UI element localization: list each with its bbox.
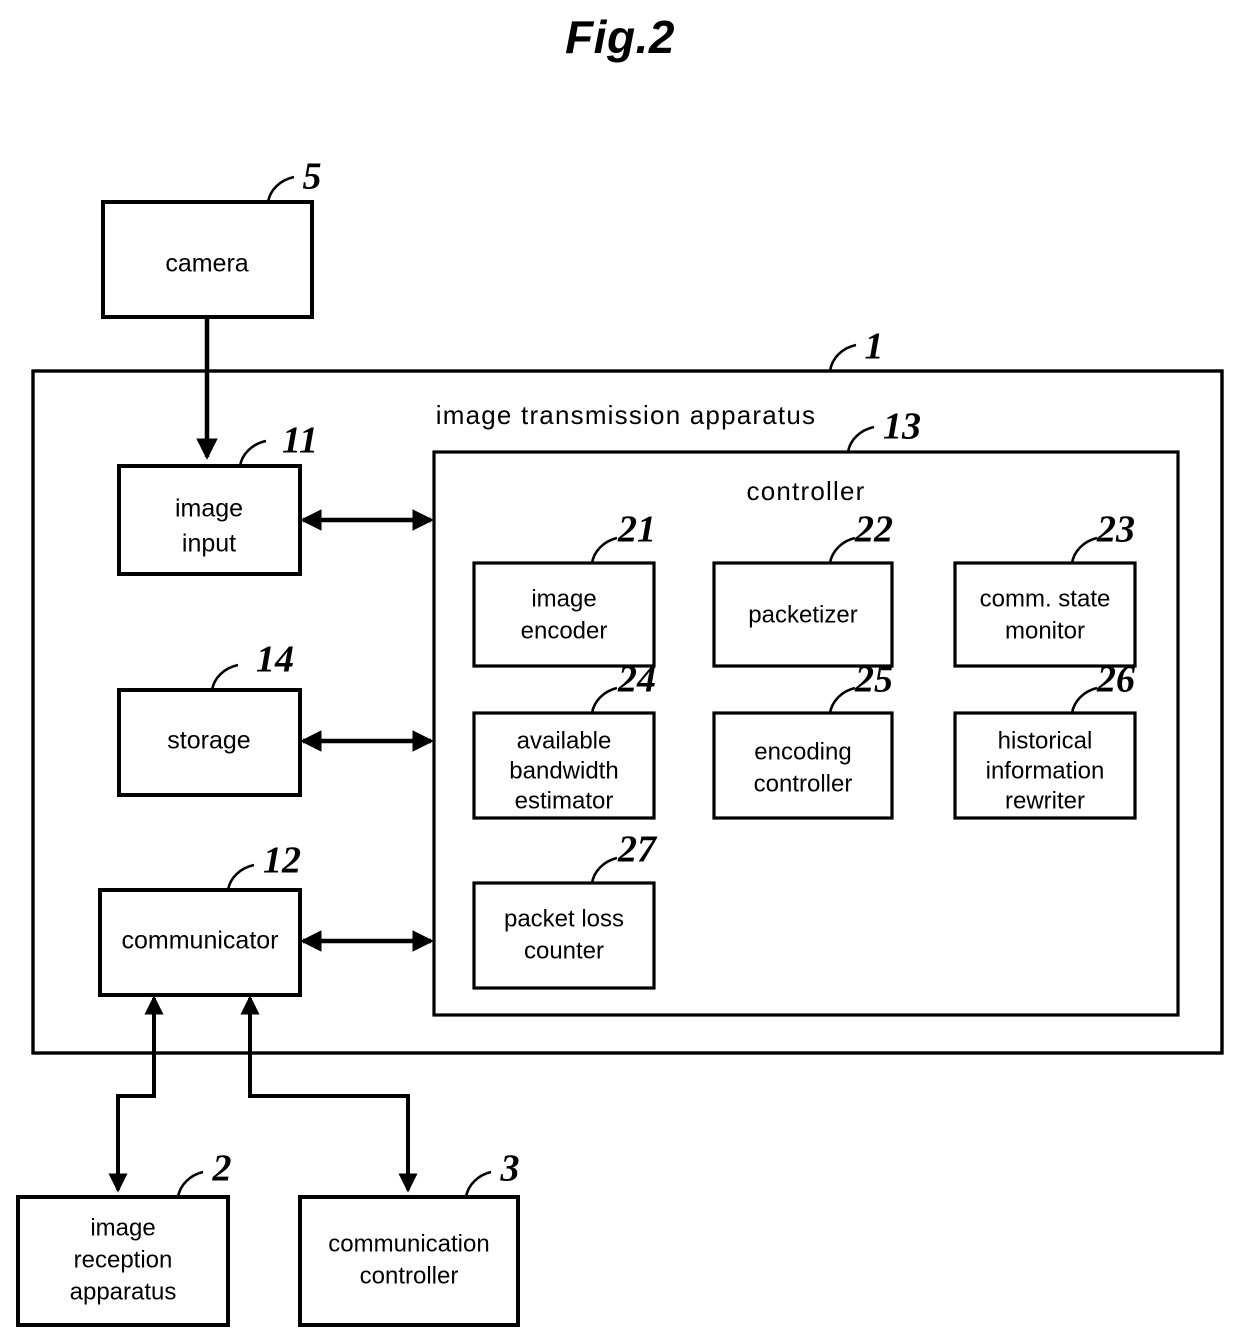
comm-state-monitor-label-line1: comm. state [980, 585, 1111, 612]
ref-number-5: 5 [303, 156, 322, 198]
ref-number-1: 1 [865, 326, 884, 368]
encoding-controller-label-line1: encoding [754, 738, 851, 765]
leader-line-5 [266, 175, 295, 203]
packetizer-label: packetizer [748, 601, 857, 628]
image-reception-apparatus-label-line1: image [90, 1214, 155, 1241]
ref-number-25: 25 [854, 659, 893, 701]
historical-information-rewriter-label-line2: information [986, 757, 1105, 784]
camera-label: camera [165, 250, 248, 278]
ref-number-24: 24 [617, 659, 656, 701]
image-input-label-line2: input [182, 530, 236, 558]
ref-number-2: 2 [212, 1148, 232, 1190]
arrow-to-image-reception-apparatus [108, 1094, 154, 1193]
leader-line-3 [464, 1170, 492, 1198]
image-encoder-label-line2: encoder [521, 617, 608, 644]
communicator-label: communicator [122, 927, 279, 955]
block-diagram: image transmission apparatus 1 controlle… [16, 156, 1224, 1327]
historical-information-rewriter-label-line1: historical [998, 727, 1093, 754]
historical-information-rewriter-label-line3: rewriter [1005, 787, 1085, 814]
controller-label: controller [747, 476, 866, 506]
ref-number-26: 26 [1096, 659, 1135, 701]
packet-loss-counter-label-line2: counter [524, 937, 604, 964]
ref-number-3: 3 [500, 1148, 520, 1190]
image-transmission-apparatus-label: image transmission apparatus [436, 400, 816, 430]
ref-number-23: 23 [1096, 509, 1135, 551]
image-encoder-label-line1: image [531, 585, 596, 612]
packet-loss-counter-box [472, 881, 656, 990]
image-encoder-box [472, 561, 656, 668]
ref-number-12: 12 [263, 840, 301, 882]
storage-label: storage [167, 727, 250, 755]
image-reception-apparatus-label-line2: reception [74, 1246, 173, 1273]
ref-number-13: 13 [883, 406, 921, 448]
leader-line-2 [176, 1170, 204, 1198]
comm-state-monitor-label-line2: monitor [1005, 617, 1085, 644]
available-bandwidth-estimator-label-line1: available [517, 727, 612, 754]
leader-line-1 [828, 343, 857, 372]
encoding-controller-box [712, 711, 894, 820]
ref-number-22: 22 [854, 509, 893, 551]
ref-number-11: 11 [282, 420, 318, 462]
ref-number-27: 27 [617, 829, 658, 871]
communication-controller-label-line2: controller [360, 1262, 459, 1289]
communication-controller-label-line1: communication [328, 1230, 489, 1257]
communication-controller-box [298, 1195, 520, 1327]
ref-number-14: 14 [256, 639, 294, 681]
ref-number-21: 21 [617, 509, 656, 551]
image-reception-apparatus-label-line3: apparatus [70, 1278, 177, 1305]
encoding-controller-label-line2: controller [754, 770, 853, 797]
comm-state-monitor-box [953, 561, 1137, 668]
image-input-label-line1: image [175, 495, 243, 523]
packet-loss-counter-label-line1: packet loss [504, 905, 624, 932]
arrow-to-communication-controller [250, 1094, 418, 1193]
figure-page: Fig.2 image transmission apparatus 1 con… [0, 0, 1240, 1331]
available-bandwidth-estimator-label-line3: estimator [515, 787, 614, 814]
available-bandwidth-estimator-label-line2: bandwidth [509, 757, 618, 784]
